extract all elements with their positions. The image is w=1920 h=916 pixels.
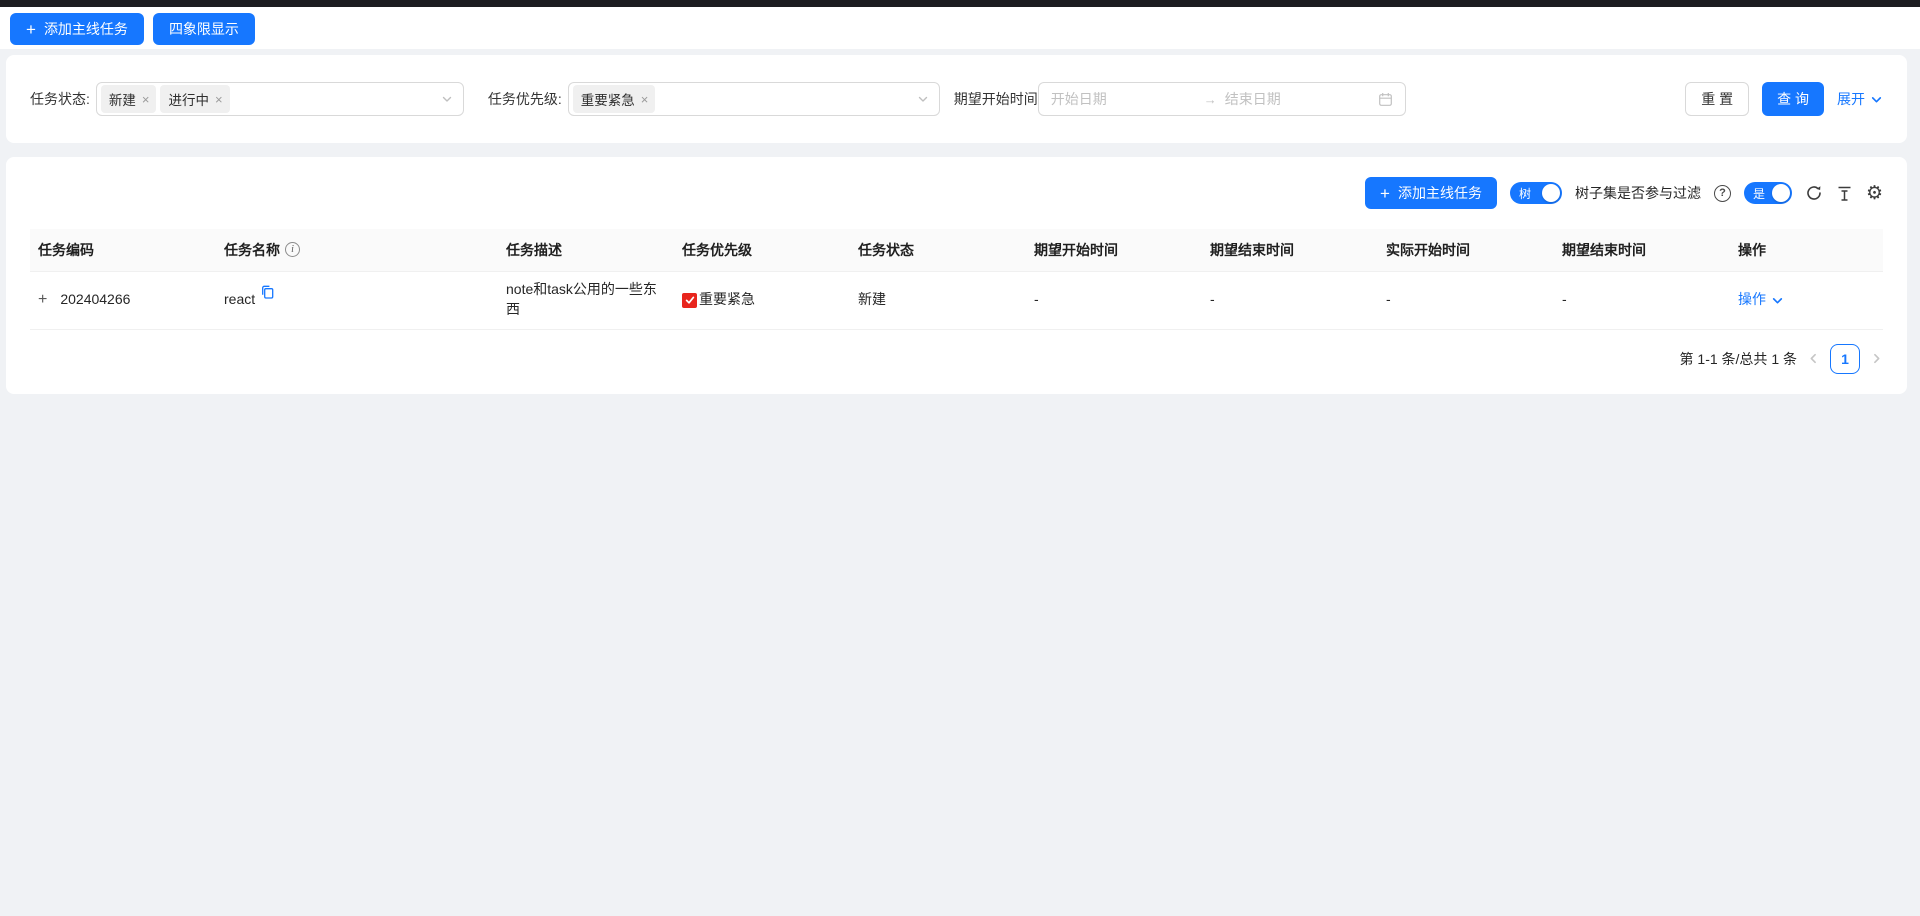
switch-label: 是 — [1753, 185, 1765, 202]
add-main-task-label: 添加主线任务 — [44, 19, 128, 39]
pagination-summary: 第 1-1 条/总共 1 条 — [1680, 349, 1797, 369]
switch-knob — [1542, 184, 1560, 202]
page-1-button[interactable]: 1 — [1830, 344, 1860, 374]
filter-card: 任务状态: 新建 × 进行中 × 任务优先级: 重要紧急 × 期望开始时间 → — [6, 55, 1907, 143]
range-arrow-icon: → — [1204, 92, 1217, 107]
task-priority-tag: 重要紧急 × — [573, 85, 656, 113]
header-label: 任务名称 — [224, 240, 280, 260]
tag-label: 进行中 — [168, 89, 209, 109]
tree-filter-switch[interactable]: 是 — [1744, 182, 1792, 204]
refresh-icon[interactable] — [1805, 184, 1823, 202]
row-actions-dropdown[interactable]: 操作 — [1738, 290, 1784, 310]
chevron-down-icon — [917, 93, 929, 105]
expand-filters-link[interactable]: 展开 — [1837, 89, 1883, 109]
prev-page-button[interactable] — [1807, 352, 1820, 365]
tag-label: 新建 — [109, 89, 136, 109]
chevron-down-icon — [441, 93, 453, 105]
info-icon[interactable]: i — [285, 242, 300, 257]
cell-actual-start: - — [1378, 271, 1554, 329]
plus-icon: + — [1380, 185, 1390, 202]
priority-checkbox-icon — [682, 293, 697, 308]
cell-actions: 操作 — [1730, 271, 1883, 329]
cell-task-priority: 重要紧急 — [674, 271, 850, 329]
tree-mode-switch[interactable]: 树 — [1510, 182, 1562, 204]
task-status-tag: 进行中 × — [160, 85, 229, 113]
task-priority-label: 任务优先级: — [488, 89, 562, 109]
header-task-description: 任务描述 — [498, 229, 674, 271]
chevron-down-icon — [1771, 294, 1784, 307]
header-expected-start: 期望开始时间 — [1026, 229, 1202, 271]
cell-task-description: note和task公用的一些东西 — [498, 271, 674, 329]
copy-icon[interactable] — [260, 285, 274, 299]
switch-label: 树 — [1519, 185, 1531, 202]
header-task-priority: 任务优先级 — [674, 229, 850, 271]
add-main-task-button[interactable]: + 添加主线任务 — [1365, 177, 1497, 209]
header-task-name: 任务名称 i — [216, 229, 498, 271]
header-expected-end: 期望结束时间 — [1202, 229, 1378, 271]
expected-start-date-range[interactable]: → — [1038, 82, 1406, 116]
switch-knob — [1772, 184, 1790, 202]
end-date-input[interactable] — [1225, 91, 1370, 107]
cell-expected-end: - — [1202, 271, 1378, 329]
cell-expected-end-2: - — [1554, 271, 1730, 329]
cell-task-status: 新建 — [850, 271, 1026, 329]
close-icon[interactable]: × — [142, 93, 150, 106]
priority-label: 重要紧急 — [699, 290, 755, 310]
task-table: 任务编码 任务名称 i 任务描述 任务优先级 任务状态 期望开始时间 期望结束时… — [30, 229, 1883, 330]
table-row: + 202404266 react — [30, 271, 1883, 329]
start-date-input[interactable] — [1051, 91, 1196, 107]
add-main-task-button[interactable]: + 添加主线任务 — [10, 13, 144, 45]
gear-icon[interactable]: ⚙ — [1866, 184, 1883, 203]
expand-row-button[interactable]: + — [38, 292, 47, 308]
close-icon[interactable]: × — [641, 93, 649, 106]
header-expected-end-2: 期望结束时间 — [1554, 229, 1730, 271]
table-header-row: 任务编码 任务名称 i 任务描述 任务优先级 任务状态 期望开始时间 期望结束时… — [30, 229, 1883, 271]
calendar-icon — [1378, 92, 1393, 107]
cell-task-name: react — [216, 271, 498, 329]
top-strip — [0, 0, 1920, 7]
task-status-select[interactable]: 新建 × 进行中 × — [96, 82, 464, 116]
query-button[interactable]: 查 询 — [1762, 82, 1824, 116]
tree-filter-label: 树子集是否参与过滤 — [1575, 183, 1701, 203]
filter-actions: 重 置 查 询 展开 — [1685, 82, 1883, 116]
add-main-task-label: 添加主线任务 — [1398, 183, 1482, 203]
task-name: react — [224, 290, 255, 310]
task-priority-select[interactable]: 重要紧急 × — [568, 82, 940, 116]
cell-task-code: + 202404266 — [30, 271, 216, 329]
header-task-code: 任务编码 — [30, 229, 216, 271]
action-bar: + 添加主线任务 四象限显示 — [0, 7, 1920, 49]
action-label: 操作 — [1738, 290, 1766, 310]
task-code: 202404266 — [60, 290, 130, 310]
table-toolbar: + 添加主线任务 树 树子集是否参与过滤 ? 是 ⚙ — [30, 177, 1883, 209]
task-status-label: 任务状态: — [30, 89, 90, 109]
reset-button[interactable]: 重 置 — [1685, 82, 1749, 116]
header-actual-start: 实际开始时间 — [1378, 229, 1554, 271]
task-table-card: + 添加主线任务 树 树子集是否参与过滤 ? 是 ⚙ — [6, 157, 1907, 394]
chevron-down-icon — [1870, 93, 1883, 106]
task-status-tag: 新建 × — [101, 85, 157, 113]
header-task-status: 任务状态 — [850, 229, 1026, 271]
plus-icon: + — [26, 21, 36, 38]
close-icon[interactable]: × — [215, 93, 223, 106]
quadrant-display-button[interactable]: 四象限显示 — [153, 13, 255, 45]
row-height-icon[interactable] — [1836, 185, 1853, 202]
header-actions: 操作 — [1730, 229, 1883, 271]
next-page-button[interactable] — [1870, 352, 1883, 365]
expected-start-label: 期望开始时间 — [954, 89, 1038, 109]
help-icon[interactable]: ? — [1714, 185, 1731, 202]
pagination: 第 1-1 条/总共 1 条 1 — [30, 344, 1883, 374]
cell-expected-start: - — [1026, 271, 1202, 329]
expand-label: 展开 — [1837, 89, 1865, 109]
tag-label: 重要紧急 — [581, 89, 635, 109]
